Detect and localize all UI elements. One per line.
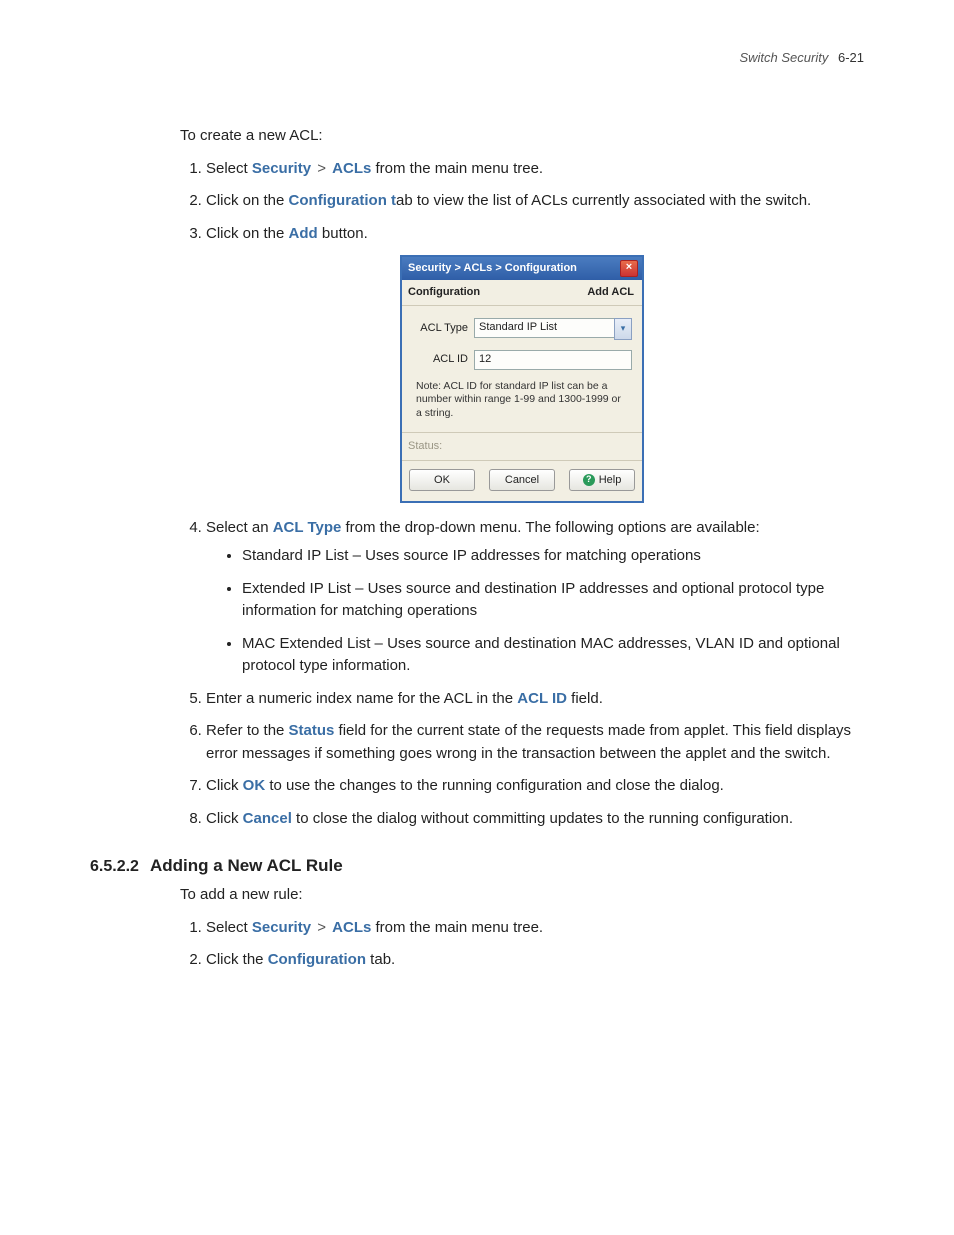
menu-acls: ACLs bbox=[332, 160, 371, 177]
s2-step-2: Click the Configuration tab. bbox=[206, 949, 864, 972]
acl-id-note: Note: ACL ID for standard IP list can be… bbox=[416, 380, 628, 421]
close-icon[interactable]: × bbox=[620, 260, 638, 277]
acl-id-ref: ACL ID bbox=[517, 690, 567, 707]
menu-security: Security bbox=[252, 919, 311, 936]
section2-steps: Select Security > ACLs from the main men… bbox=[180, 917, 864, 972]
acl-id-input[interactable]: 12 bbox=[474, 350, 632, 370]
page-header: Switch Security 6-21 bbox=[90, 50, 864, 65]
list-item: Standard IP List – Uses source IP addres… bbox=[242, 545, 864, 568]
configuration-tab: Configuration bbox=[268, 951, 366, 968]
section-heading: 6.5.2.2 Adding a New ACL Rule bbox=[90, 856, 864, 876]
cancel-button[interactable]: Cancel bbox=[489, 469, 555, 491]
steps-list-b: Select an ACL Type from the drop-down me… bbox=[180, 517, 864, 831]
add-button-ref: Add bbox=[289, 225, 318, 242]
section1-intro: To create a new ACL: bbox=[180, 125, 864, 148]
acl-id-label: ACL ID bbox=[412, 351, 474, 368]
add-acl-dialog: Security > ACLs > Configuration × Config… bbox=[400, 255, 644, 503]
ok-button[interactable]: OK bbox=[409, 469, 475, 491]
step-6: Refer to the Status field for the curren… bbox=[206, 720, 864, 765]
list-item: MAC Extended List – Uses source and dest… bbox=[242, 633, 864, 678]
section-title: Adding a New ACL Rule bbox=[150, 856, 343, 876]
ok-ref: OK bbox=[243, 777, 266, 794]
dialog-subheader: Configuration Add ACL bbox=[402, 280, 642, 306]
dialog-sub-right: Add ACL bbox=[587, 284, 634, 301]
cancel-ref: Cancel bbox=[243, 810, 292, 827]
header-page-number: 6-21 bbox=[838, 50, 864, 65]
acl-type-ref: ACL Type bbox=[273, 519, 342, 536]
steps-list-a: Select Security > ACLs from the main men… bbox=[180, 158, 864, 246]
step-3: Click on the Add button. bbox=[206, 223, 864, 246]
step-2: Click on the Configuration tab to view t… bbox=[206, 190, 864, 213]
menu-security: Security bbox=[252, 160, 311, 177]
status-ref: Status bbox=[289, 722, 335, 739]
dialog-title: Security > ACLs > Configuration bbox=[408, 260, 577, 277]
step-1: Select Security > ACLs from the main men… bbox=[206, 158, 864, 181]
status-label: Status: bbox=[402, 432, 642, 461]
header-title: Switch Security bbox=[739, 50, 828, 65]
menu-acls: ACLs bbox=[332, 919, 371, 936]
s2-step-1: Select Security > ACLs from the main men… bbox=[206, 917, 864, 940]
configuration-tab: Configuration t bbox=[289, 192, 396, 209]
step-5: Enter a numeric index name for the ACL i… bbox=[206, 688, 864, 711]
dialog-titlebar: Security > ACLs > Configuration × bbox=[402, 257, 642, 280]
step-7: Click OK to use the changes to the runni… bbox=[206, 775, 864, 798]
acl-type-label: ACL Type bbox=[412, 320, 474, 337]
dialog-sub-left: Configuration bbox=[408, 284, 480, 301]
help-icon: ? bbox=[583, 474, 595, 486]
acl-type-options: Standard IP List – Uses source IP addres… bbox=[230, 545, 864, 678]
section2-intro: To add a new rule: bbox=[180, 884, 864, 907]
acl-type-value: Standard IP List bbox=[474, 318, 614, 338]
step-4: Select an ACL Type from the drop-down me… bbox=[206, 517, 864, 678]
help-button[interactable]: ? Help bbox=[569, 469, 635, 491]
step-8: Click Cancel to close the dialog without… bbox=[206, 808, 864, 831]
list-item: Extended IP List – Uses source and desti… bbox=[242, 578, 864, 623]
chevron-down-icon[interactable]: ▾ bbox=[614, 318, 632, 340]
acl-type-select[interactable]: Standard IP List ▾ bbox=[474, 318, 632, 340]
section-number: 6.5.2.2 bbox=[90, 858, 140, 876]
